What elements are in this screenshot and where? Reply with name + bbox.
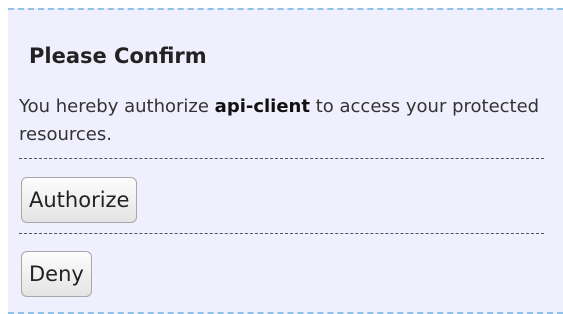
divider — [19, 158, 544, 159]
client-name: api-client — [214, 96, 310, 117]
divider — [19, 233, 544, 234]
deny-button[interactable]: Deny — [21, 251, 92, 297]
authorize-button[interactable]: Authorize — [21, 177, 138, 223]
message-prefix: You hereby authorize — [19, 96, 215, 117]
authorization-message: You hereby authorize api-client to acces… — [19, 93, 544, 149]
confirm-title: Please Confirm — [29, 44, 207, 68]
